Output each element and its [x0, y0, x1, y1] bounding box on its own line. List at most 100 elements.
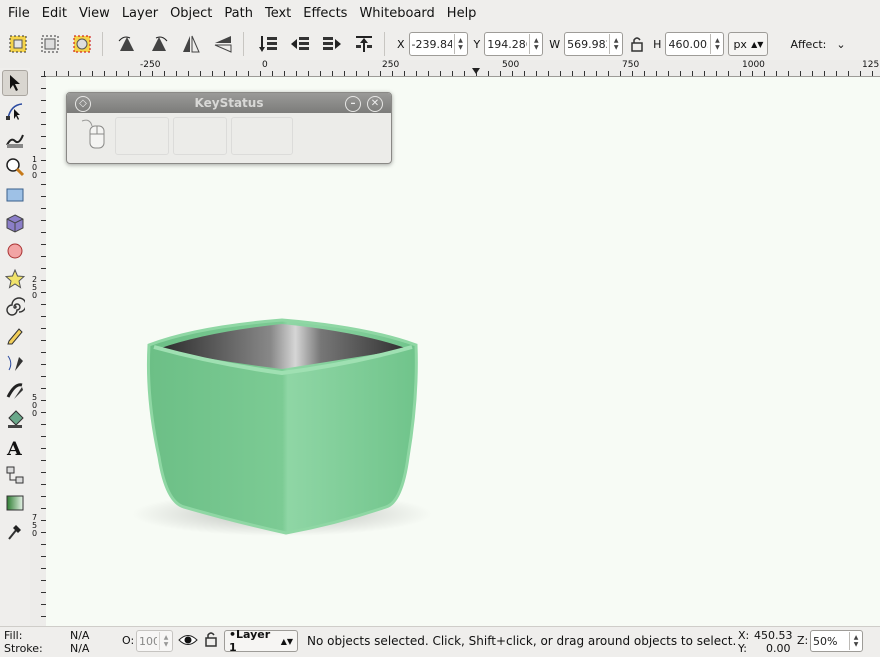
layer-select[interactable]: •Layer 1 ▲▼ — [224, 628, 298, 654]
pen-tool-icon[interactable] — [2, 350, 28, 376]
menu-layer[interactable]: Layer — [118, 0, 162, 28]
menu-bar: File Edit View Layer Object Path Text Ef… — [0, 0, 880, 28]
calligraphy-tool-icon[interactable] — [2, 378, 28, 404]
flip-vertical-icon[interactable] — [209, 30, 237, 58]
key-slot-3 — [231, 117, 293, 155]
layer-name: •Layer 1 — [229, 628, 271, 654]
raise-icon[interactable] — [318, 30, 346, 58]
zoom-spin-arrows[interactable]: ▲ ▼ — [849, 632, 862, 650]
ruler-label-neg250: -250 — [140, 60, 161, 70]
connector-tool-icon[interactable] — [2, 462, 28, 488]
pencil-tool-icon[interactable] — [2, 322, 28, 348]
w-spinbox[interactable]: ▲▼ — [564, 32, 624, 56]
zoom-label: Z: — [797, 634, 809, 647]
select-all-layers-icon[interactable] — [36, 30, 64, 58]
lower-icon[interactable] — [286, 30, 314, 58]
minimize-icon[interactable]: – — [345, 96, 361, 112]
cursor-y-label: Y: — [738, 642, 747, 655]
vruler-label-250: 250 — [32, 275, 38, 300]
menu-object[interactable]: Object — [166, 0, 216, 28]
affect-chevron-icon[interactable]: ⌄ — [836, 38, 845, 51]
zoom-spinbox[interactable]: ▲▼ — [810, 630, 863, 652]
star-tool-icon[interactable] — [2, 266, 28, 292]
w-input[interactable] — [565, 37, 610, 51]
stroke-label: Stroke: — [4, 642, 43, 655]
node-tool-icon[interactable] — [2, 98, 28, 124]
status-message: No objects selected. Click, Shift+click,… — [307, 634, 737, 648]
deselect-icon[interactable] — [68, 30, 96, 58]
y-input[interactable] — [485, 37, 530, 51]
toolbox: A — [0, 68, 30, 628]
mouse-icon — [75, 117, 111, 155]
selector-tool-icon[interactable] — [2, 70, 28, 96]
h-input[interactable] — [666, 37, 711, 51]
rectangle-tool-icon[interactable] — [2, 182, 28, 208]
layer-chevron-icon: ▲▼ — [280, 636, 293, 646]
zoom-input[interactable] — [811, 634, 849, 648]
key-slot-2 — [173, 117, 227, 155]
gradient-tool-icon[interactable] — [2, 490, 28, 516]
keystatus-menu-icon[interactable]: ◇ — [75, 96, 91, 112]
menu-text[interactable]: Text — [261, 0, 295, 28]
ruler-label-750: 750 — [622, 60, 640, 70]
text-tool-icon[interactable]: A — [2, 434, 28, 460]
x-spinbox[interactable]: ▲▼ — [408, 32, 468, 56]
cursor-x-label: X: — [738, 629, 750, 642]
3d-box-tool-icon[interactable] — [2, 210, 28, 236]
tweak-tool-icon[interactable] — [2, 126, 28, 152]
ruler-label-1250: 125 — [862, 60, 880, 70]
toolbar-separator — [384, 32, 385, 56]
ellipse-tool-icon[interactable] — [2, 238, 28, 264]
ruler-label-250: 250 — [382, 60, 400, 70]
menu-path[interactable]: Path — [220, 0, 257, 28]
unit-select[interactable]: px ▲▼ — [728, 32, 769, 56]
keystatus-titlebar[interactable]: ◇ KeyStatus – ✕ — [67, 93, 391, 113]
keystatus-window[interactable]: ◇ KeyStatus – ✕ — [66, 92, 392, 164]
vertical-ruler[interactable]: 100 250 500 750 — [30, 76, 47, 626]
opacity-spin-arrows[interactable]: ▲ ▼ — [159, 632, 172, 650]
horizontal-ruler[interactable]: -250 0 250 500 750 1000 125 — [44, 60, 880, 77]
spiral-tool-icon[interactable] — [2, 294, 28, 320]
zoom-tool-icon[interactable] — [2, 154, 28, 180]
rotate-cw-icon[interactable] — [145, 30, 173, 58]
tool-controls-bar: X ▲▼ Y ▲▼ W ▲▼ H ▲▼ px ▲▼ Affect: ⌄ — [0, 28, 880, 60]
x-input[interactable] — [409, 37, 454, 51]
close-icon[interactable]: ✕ — [367, 96, 383, 112]
lock-ratio-icon[interactable] — [627, 30, 647, 58]
menu-help[interactable]: Help — [443, 0, 481, 28]
x-spin-arrows[interactable]: ▲ ▼ — [453, 34, 467, 54]
menu-view[interactable]: View — [75, 0, 114, 28]
vertical-scrollbar[interactable] — [870, 77, 880, 626]
h-spinbox[interactable]: ▲▼ — [665, 32, 725, 56]
raise-to-top-icon[interactable] — [350, 30, 378, 58]
dropper-tool-icon[interactable] — [2, 518, 28, 544]
layer-lock-icon[interactable] — [204, 631, 218, 650]
h-spin-arrows[interactable]: ▲ ▼ — [710, 34, 723, 54]
vruler-label-100: 100 — [32, 155, 38, 180]
vruler-label-750: 750 — [32, 513, 38, 538]
w-spin-arrows[interactable]: ▲ ▼ — [609, 34, 622, 54]
menu-whiteboard[interactable]: Whiteboard — [355, 0, 438, 28]
paint-bucket-tool-icon[interactable] — [2, 406, 28, 432]
opacity-input[interactable] — [137, 634, 159, 648]
stroke-value[interactable]: N/A — [70, 642, 89, 655]
y-spinbox[interactable]: ▲▼ — [484, 32, 544, 56]
ruler-label-1000: 1000 — [742, 60, 765, 70]
flip-horizontal-icon[interactable] — [177, 30, 205, 58]
horizontal-scrollbar[interactable] — [46, 616, 880, 626]
keystatus-title: KeyStatus — [194, 96, 264, 110]
lower-to-bottom-icon[interactable] — [254, 30, 282, 58]
menu-edit[interactable]: Edit — [38, 0, 71, 28]
opacity-spinbox[interactable]: ▲▼ — [136, 630, 173, 652]
cursor-y-value: 0.00 — [766, 642, 791, 655]
menu-file[interactable]: File — [4, 0, 34, 28]
visibility-eye-icon[interactable] — [178, 632, 198, 651]
opacity-label: O: — [122, 634, 135, 647]
fill-value[interactable]: N/A — [70, 629, 89, 642]
h-label: H — [653, 37, 662, 51]
y-spin-arrows[interactable]: ▲ ▼ — [529, 34, 542, 54]
menu-effects[interactable]: Effects — [299, 0, 351, 28]
ruler-label-0: 0 — [262, 60, 268, 70]
select-all-icon[interactable] — [4, 30, 32, 58]
rotate-ccw-icon[interactable] — [113, 30, 141, 58]
